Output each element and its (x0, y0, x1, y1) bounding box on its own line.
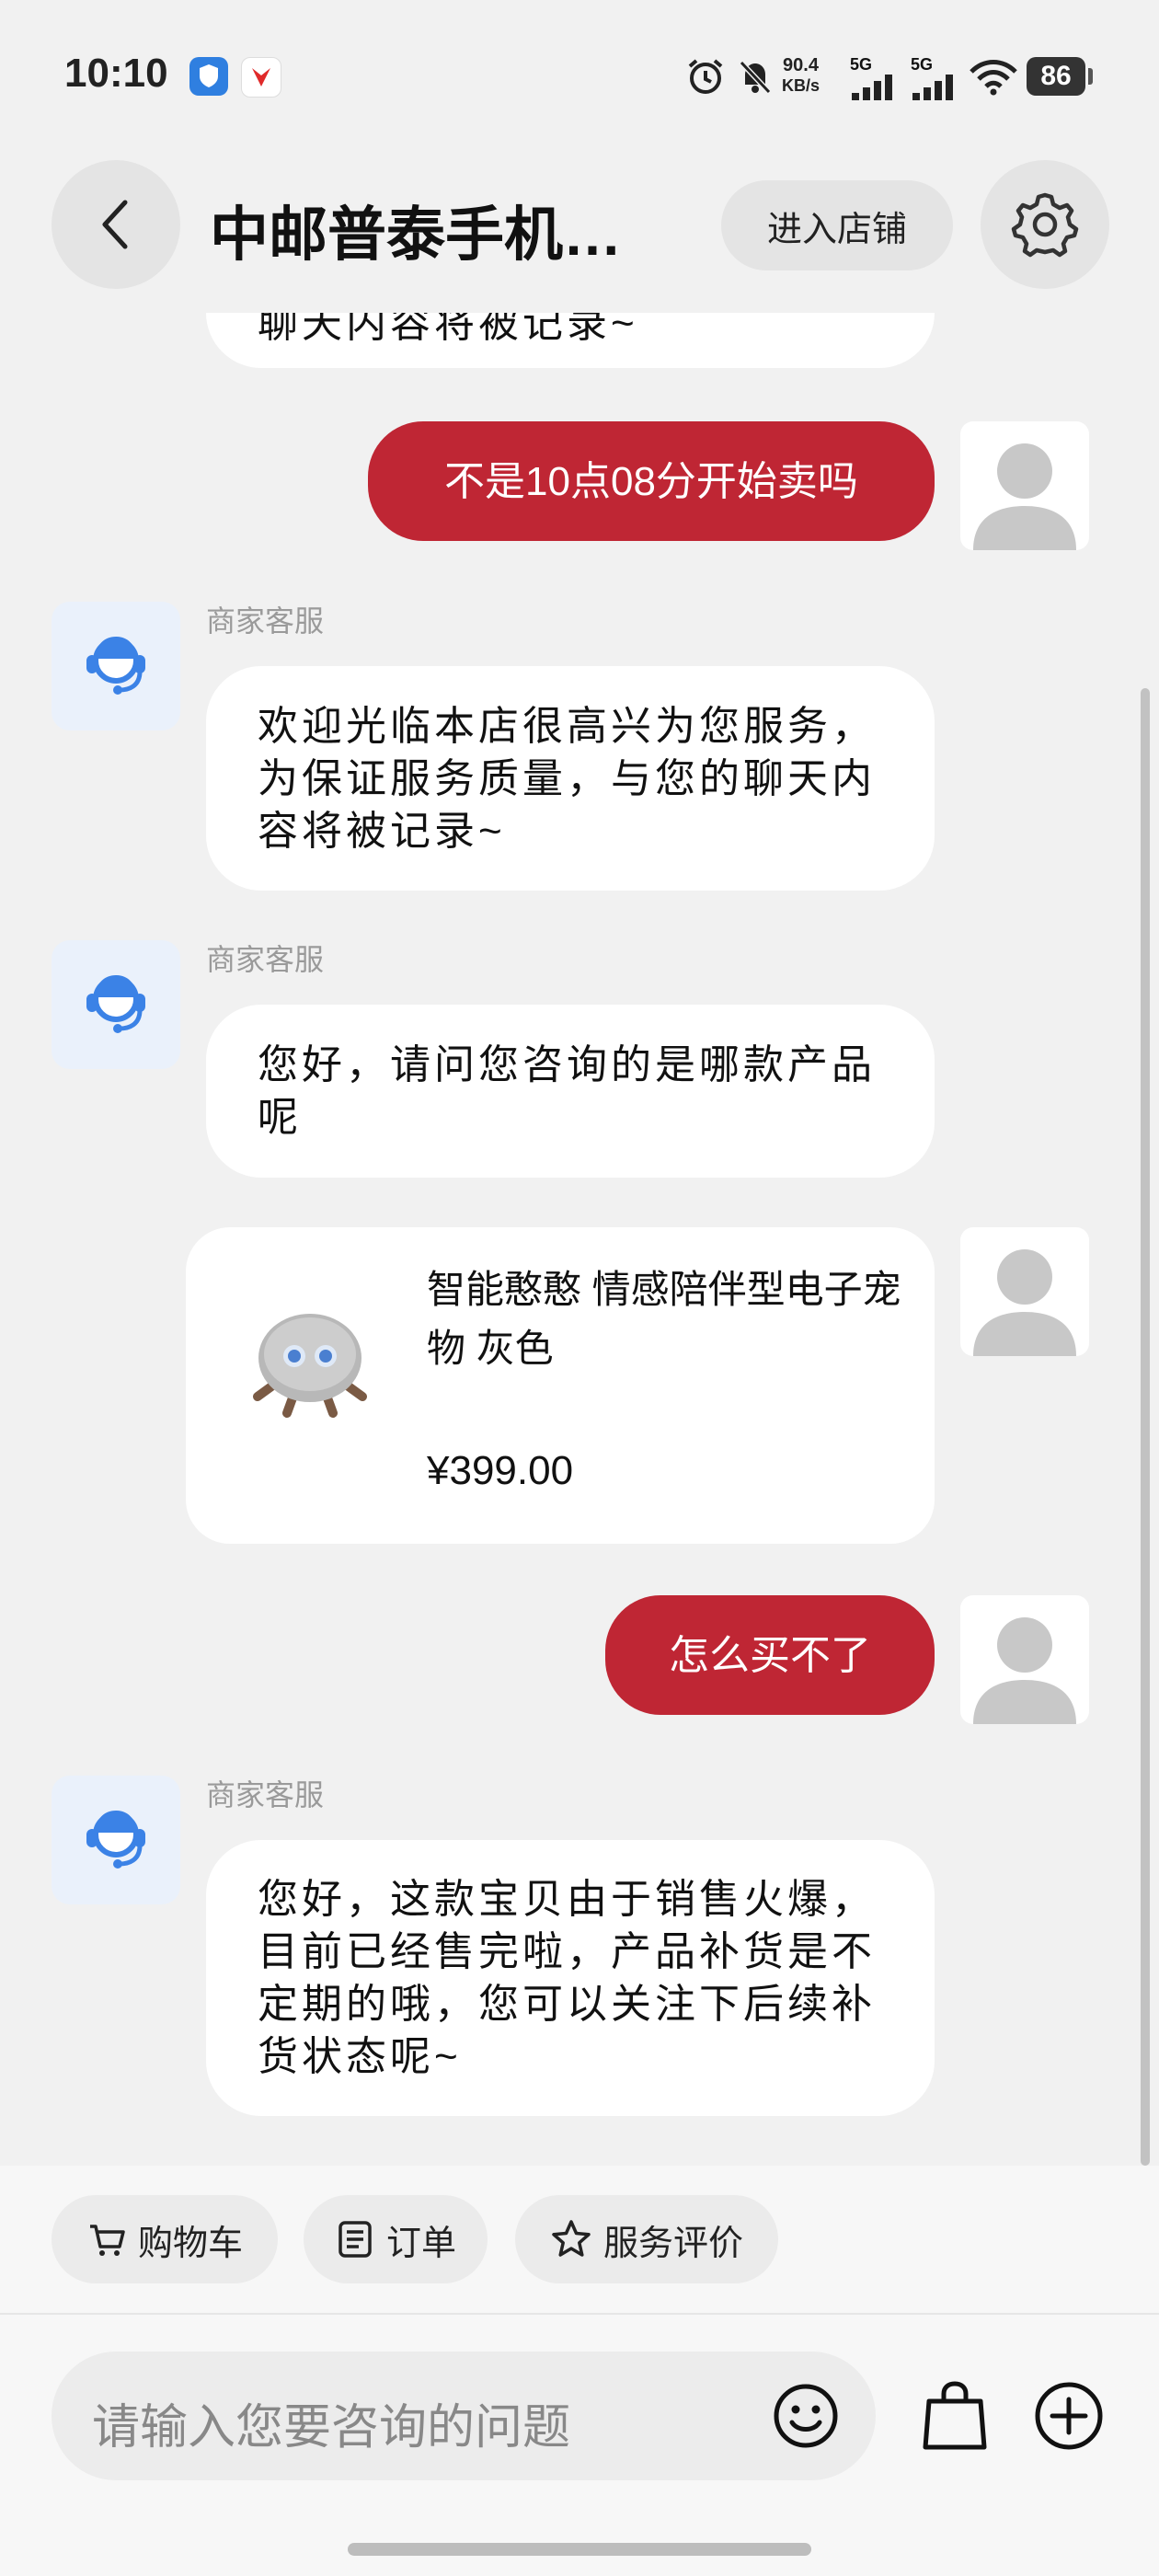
order-chip-label: 订单 (385, 2224, 456, 2263)
customer-service-icon (86, 637, 145, 695)
default-avatar-icon (973, 1249, 1076, 1356)
review-chip-label: 服务评价 (602, 2224, 743, 2263)
back-button[interactable] (52, 160, 180, 289)
user-avatar[interactable] (960, 1595, 1089, 1724)
input-placeholder: 请输入您要咨询的问题 (92, 2401, 571, 2455)
battery-indicator: 86 (1027, 57, 1093, 96)
gear-icon (1011, 192, 1079, 258)
agent-message-bubble: 欢迎光临本店很高兴为您服务，为保证服务质量，与您的聊天内容将被记录~ (206, 666, 935, 891)
shopping-bag-icon[interactable] (920, 2379, 990, 2453)
message-text: 您好，请问您咨询的是哪款产品呢 (258, 1042, 876, 1140)
mute-bell-icon (739, 60, 772, 95)
user-message-bubble: 怎么买不了 (605, 1595, 935, 1715)
message-bubble-partial: 聊天内容将被记录~ (206, 313, 935, 368)
signal-label: 5G (911, 55, 934, 74)
net-speed-unit: KB/s (782, 76, 820, 95)
settings-button[interactable] (981, 160, 1109, 289)
user-avatar[interactable] (960, 1227, 1089, 1356)
agent-message-bubble: 您好，这款宝贝由于销售火爆，目前已经售完啦，产品补货是不定期的哦，您可以关注下后… (206, 1840, 935, 2116)
alarm-icon (688, 59, 723, 94)
signal-bars-icon (852, 75, 892, 100)
plus-icon[interactable] (1032, 2379, 1106, 2453)
signal-1: 5G (850, 55, 896, 105)
agent-avatar[interactable] (52, 1776, 180, 1904)
net-speed: 90.4 KB/s (782, 55, 820, 96)
product-price: ¥399.00 (427, 1448, 574, 1493)
enter-store-button[interactable]: 进入店铺 (721, 180, 953, 270)
star-icon (552, 2220, 591, 2257)
scrollbar[interactable] (1141, 688, 1150, 2166)
cart-chip[interactable]: 购物车 (52, 2195, 278, 2283)
signal-bars-icon (912, 75, 953, 100)
order-list-icon (339, 2221, 372, 2258)
customer-service-icon (86, 975, 145, 1033)
cart-icon (89, 2225, 125, 2256)
review-chip[interactable]: 服务评价 (515, 2195, 778, 2283)
sender-name: 商家客服 (206, 943, 325, 976)
emoji-icon[interactable] (769, 2379, 843, 2453)
shield-app-icon (189, 57, 228, 96)
agent-message-bubble: 您好，请问您咨询的是哪款产品呢 (206, 1005, 935, 1178)
home-indicator[interactable] (348, 2543, 811, 2556)
signal-2: 5G (911, 55, 957, 105)
product-card[interactable]: 智能憨憨 情感陪伴型电子宠物 灰色 ¥399.00 (186, 1227, 935, 1544)
news-app-icon (241, 57, 281, 98)
message-text: 聊天内容将被记录~ (258, 313, 638, 346)
status-time: 10:10 (64, 51, 168, 96)
sender-name: 商家客服 (206, 604, 325, 638)
sender-name: 商家客服 (206, 1778, 325, 1811)
product-name: 智能憨憨 情感陪伴型电子宠物 灰色 (427, 1268, 901, 1370)
message-text: 怎么买不了 (669, 1632, 871, 1678)
product-image (241, 1301, 379, 1420)
cart-chip-label: 购物车 (137, 2224, 243, 2263)
message-text: 欢迎光临本店很高兴为您服务，为保证服务质量，与您的聊天内容将被记录~ (258, 703, 876, 854)
chat-area[interactable]: 聊天内容将被记录~ 不是10点08分开始卖吗 商家客服 欢迎光临本店很高兴为您服… (0, 313, 1159, 2166)
customer-service-icon (86, 1811, 145, 1869)
user-avatar[interactable] (960, 421, 1089, 550)
status-bar: 10:10 90.4 KB/s 5G 5G 86 (0, 0, 1159, 156)
agent-avatar[interactable] (52, 940, 180, 1069)
signal-label: 5G (850, 55, 873, 74)
default-avatar-icon (973, 1617, 1076, 1724)
chevron-left-icon (102, 200, 128, 249)
message-text: 不是10点08分开始卖吗 (444, 458, 858, 504)
wifi-icon (970, 60, 1017, 96)
message-input[interactable]: 请输入您要咨询的问题 (52, 2352, 876, 2480)
message-text: 您好，这款宝贝由于销售火爆，目前已经售完啦，产品补货是不定期的哦，您可以关注下后… (258, 1877, 876, 2079)
net-speed-value: 90.4 (783, 55, 819, 75)
user-message-bubble: 不是10点08分开始卖吗 (368, 421, 935, 541)
default-avatar-icon (973, 443, 1076, 550)
agent-avatar[interactable] (52, 602, 180, 730)
order-chip[interactable]: 订单 (304, 2195, 488, 2283)
page-title: 中邮普泰手机… (210, 201, 622, 268)
